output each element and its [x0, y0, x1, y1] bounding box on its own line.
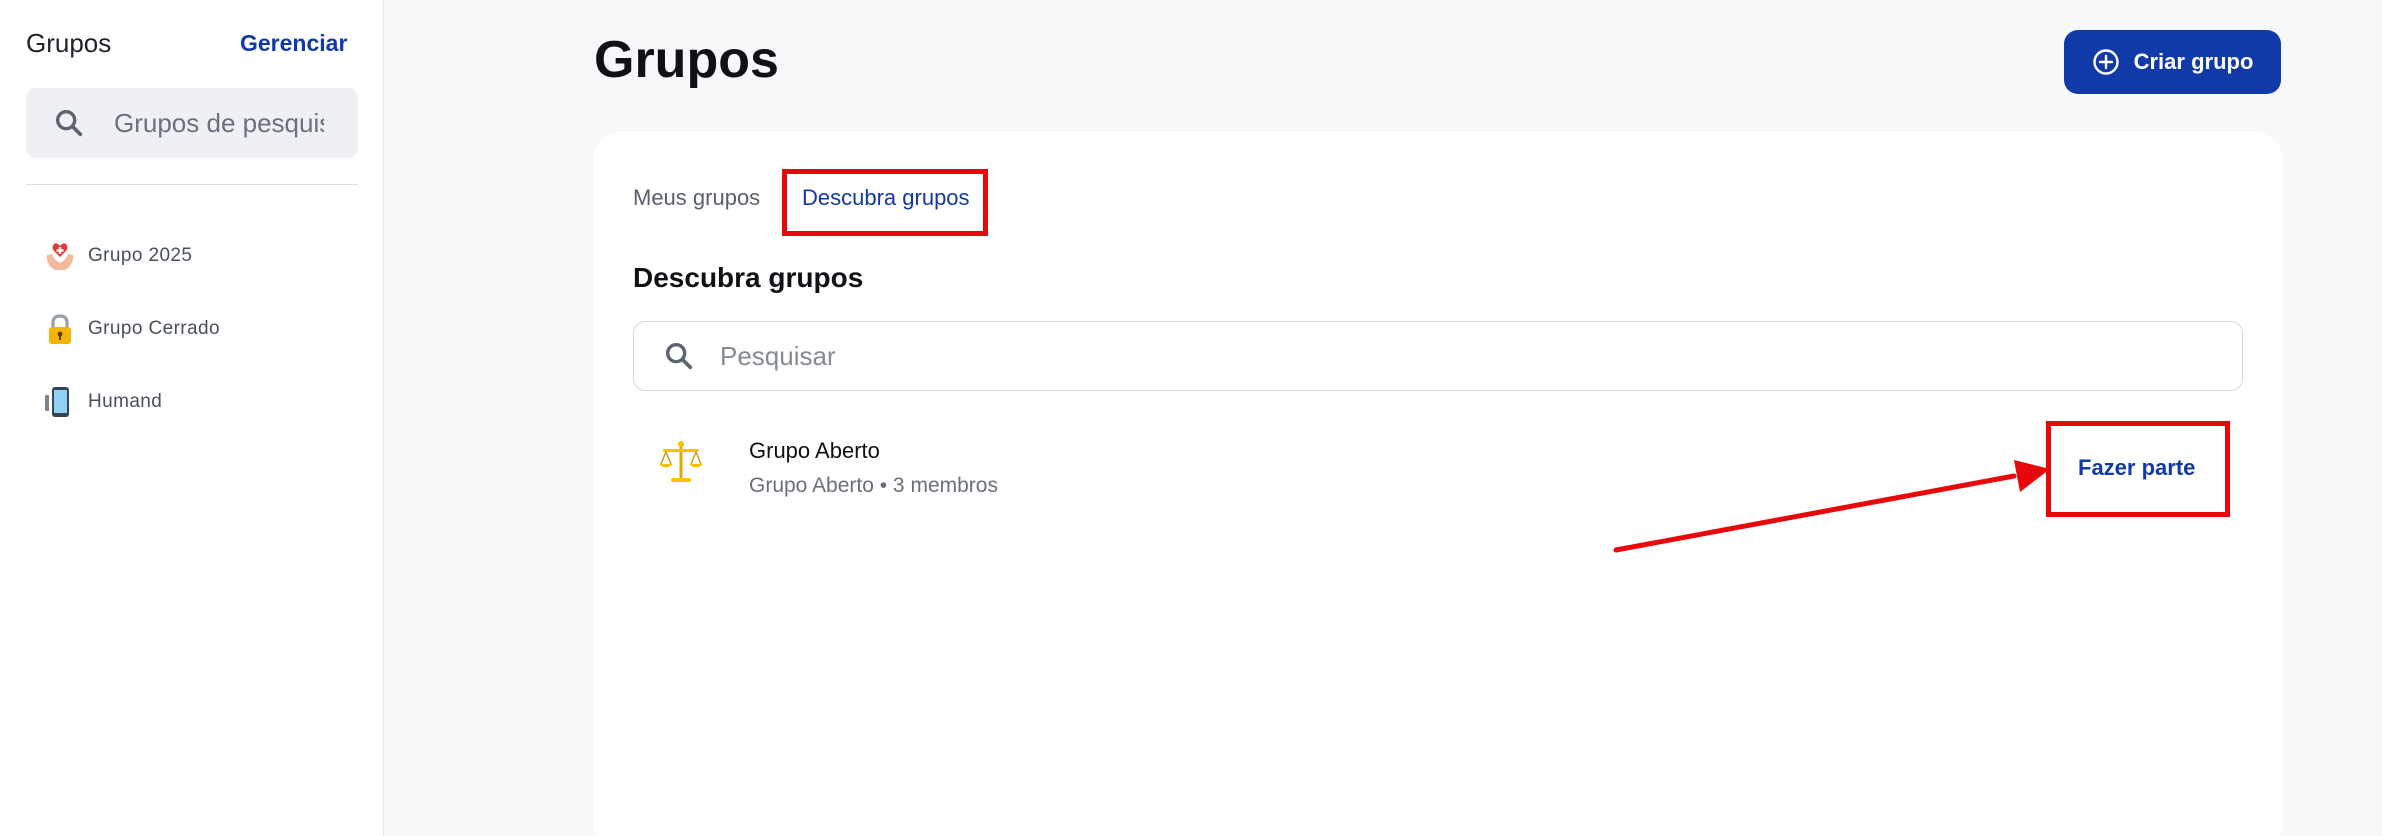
- phone-icon: [42, 384, 78, 420]
- list-item[interactable]: Grupo Aberto Grupo Aberto • 3 membros: [633, 420, 2243, 520]
- group-name: Grupo Aberto: [749, 438, 880, 463]
- annotation-highlight-join: [2046, 421, 2230, 517]
- create-group-label: Criar grupo: [2133, 49, 2254, 74]
- annotation-highlight-tab: [782, 169, 988, 236]
- sidebar-item-label: Humand: [88, 391, 163, 412]
- sidebar-item-label: Grupo Cerrado: [88, 318, 220, 339]
- sidebar-item-grupo-2025[interactable]: Grupo 2025: [42, 236, 220, 276]
- sidebar-item-label: Grupo 2025: [88, 245, 193, 266]
- search-icon: [665, 342, 693, 370]
- sidebar-item-grupo-cerrado[interactable]: Grupo Cerrado: [42, 309, 220, 349]
- lock-icon: [42, 311, 78, 347]
- sidebar-group-list: Grupo 2025 Grupo Cerrado Humand: [42, 236, 220, 455]
- group-meta: Grupo Aberto • 3 membros: [749, 474, 998, 497]
- sidebar-item-humand[interactable]: Humand: [42, 382, 220, 422]
- sidebar: Grupos Gerenciar Grupo 2025: [0, 0, 384, 836]
- section-title: Descubra grupos: [633, 262, 864, 293]
- search-icon: [55, 109, 83, 137]
- scales-icon: [659, 441, 703, 482]
- tab-my-groups[interactable]: Meus grupos: [633, 185, 760, 211]
- discover-search-input[interactable]: [720, 340, 2120, 372]
- manage-link[interactable]: Gerenciar: [240, 30, 347, 57]
- plus-circle-icon: [2092, 49, 2119, 75]
- discover-search-box[interactable]: [633, 321, 2243, 391]
- sidebar-search-input[interactable]: [114, 107, 324, 139]
- sidebar-search-box[interactable]: [26, 88, 358, 158]
- sidebar-divider: [26, 184, 358, 185]
- create-group-button[interactable]: Criar grupo: [2064, 30, 2281, 94]
- heart-hands-icon: [42, 238, 78, 274]
- sidebar-title: Grupos: [26, 28, 112, 58]
- page-title: Grupos: [594, 31, 779, 89]
